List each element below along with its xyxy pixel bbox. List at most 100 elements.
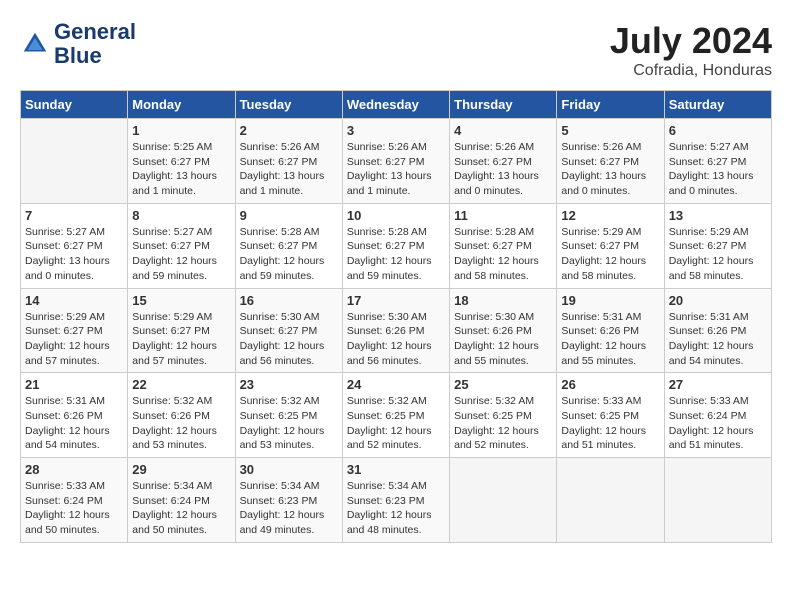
day-info: Sunrise: 5:32 AM Sunset: 6:25 PM Dayligh… — [240, 394, 338, 453]
logo-icon — [20, 29, 50, 59]
day-info: Sunrise: 5:32 AM Sunset: 6:26 PM Dayligh… — [132, 394, 230, 453]
calendar-cell: 16 Sunrise: 5:30 AM Sunset: 6:27 PM Dayli… — [235, 288, 342, 373]
calendar-cell: 22 Sunrise: 5:32 AM Sunset: 6:26 PM Dayli… — [128, 373, 235, 458]
day-number: 24 — [347, 377, 445, 392]
day-number: 26 — [561, 377, 659, 392]
day-number: 16 — [240, 293, 338, 308]
day-number: 3 — [347, 123, 445, 138]
day-info: Sunrise: 5:33 AM Sunset: 6:25 PM Dayligh… — [561, 394, 659, 453]
calendar-cell: 17Sunrise: 5:30 AM Sunset: 6:26 PM Dayli… — [342, 288, 449, 373]
calendar-week-row: 14 Sunrise: 5:29 AM Sunset: 6:27 PM Dayli… — [21, 288, 772, 373]
weekday-header-cell: Friday — [557, 91, 664, 119]
day-info: Sunrise: 5:28 AM Sunset: 6:27 PM Dayligh… — [347, 225, 445, 284]
day-info: Sunrise: 5:28 AM Sunset: 6:27 PM Dayligh… — [454, 225, 552, 284]
day-number: 27 — [669, 377, 767, 392]
day-info: Sunrise: 5:29 AM Sunset: 6:27 PM Dayligh… — [561, 225, 659, 284]
calendar-cell: 31 Sunrise: 5:34 AM Sunset: 6:23 PM Dayli… — [342, 458, 449, 543]
calendar-cell: 6 Sunrise: 5:27 AM Sunset: 6:27 PM Daylig… — [664, 119, 771, 204]
day-info: Sunrise: 5:29 AM Sunset: 6:27 PM Dayligh… — [669, 225, 767, 284]
day-number: 10 — [347, 208, 445, 223]
calendar-cell: 23 Sunrise: 5:32 AM Sunset: 6:25 PM Dayli… — [235, 373, 342, 458]
day-info: Sunrise: 5:26 AM Sunset: 6:27 PM Dayligh… — [240, 140, 338, 199]
calendar-cell: 29 Sunrise: 5:34 AM Sunset: 6:24 PM Dayli… — [128, 458, 235, 543]
day-info: Sunrise: 5:26 AM Sunset: 6:27 PM Dayligh… — [347, 140, 445, 199]
day-number: 7 — [25, 208, 123, 223]
calendar-cell: 11 Sunrise: 5:28 AM Sunset: 6:27 PM Dayli… — [450, 203, 557, 288]
day-info: Sunrise: 5:34 AM Sunset: 6:23 PM Dayligh… — [347, 479, 445, 538]
calendar-cell — [450, 458, 557, 543]
calendar-cell: 19 Sunrise: 5:31 AM Sunset: 6:26 PM Dayli… — [557, 288, 664, 373]
day-number: 1 — [132, 123, 230, 138]
calendar-cell: 4 Sunrise: 5:26 AM Sunset: 6:27 PM Daylig… — [450, 119, 557, 204]
day-number: 11 — [454, 208, 552, 223]
weekday-header-cell: Saturday — [664, 91, 771, 119]
day-info: Sunrise: 5:31 AM Sunset: 6:26 PM Dayligh… — [669, 310, 767, 369]
calendar-cell: 24Sunrise: 5:32 AM Sunset: 6:25 PM Dayli… — [342, 373, 449, 458]
day-number: 29 — [132, 462, 230, 477]
day-info: Sunrise: 5:33 AM Sunset: 6:24 PM Dayligh… — [25, 479, 123, 538]
calendar-cell — [21, 119, 128, 204]
day-number: 9 — [240, 208, 338, 223]
day-number: 31 — [347, 462, 445, 477]
day-number: 6 — [669, 123, 767, 138]
calendar-cell: 9 Sunrise: 5:28 AM Sunset: 6:27 PM Daylig… — [235, 203, 342, 288]
day-number: 13 — [669, 208, 767, 223]
calendar-cell — [664, 458, 771, 543]
calendar-body: 1 Sunrise: 5:25 AM Sunset: 6:27 PM Daylig… — [21, 119, 772, 543]
calendar-cell: 18 Sunrise: 5:30 AM Sunset: 6:26 PM Dayli… — [450, 288, 557, 373]
calendar-cell: 21Sunrise: 5:31 AM Sunset: 6:26 PM Dayli… — [21, 373, 128, 458]
calendar-week-row: 7 Sunrise: 5:27 AM Sunset: 6:27 PM Daylig… — [21, 203, 772, 288]
day-info: Sunrise: 5:26 AM Sunset: 6:27 PM Dayligh… — [454, 140, 552, 199]
logo-text: General Blue — [54, 20, 136, 68]
day-info: Sunrise: 5:31 AM Sunset: 6:26 PM Dayligh… — [561, 310, 659, 369]
calendar-cell: 5Sunrise: 5:26 AM Sunset: 6:27 PM Daylig… — [557, 119, 664, 204]
calendar-cell: 10 Sunrise: 5:28 AM Sunset: 6:27 PM Dayli… — [342, 203, 449, 288]
day-number: 8 — [132, 208, 230, 223]
day-info: Sunrise: 5:25 AM Sunset: 6:27 PM Dayligh… — [132, 140, 230, 199]
weekday-header-row: SundayMondayTuesdayWednesdayThursdayFrid… — [21, 91, 772, 119]
weekday-header-cell: Sunday — [21, 91, 128, 119]
day-info: Sunrise: 5:28 AM Sunset: 6:27 PM Dayligh… — [240, 225, 338, 284]
day-info: Sunrise: 5:34 AM Sunset: 6:23 PM Dayligh… — [240, 479, 338, 538]
calendar-week-row: 28Sunrise: 5:33 AM Sunset: 6:24 PM Dayli… — [21, 458, 772, 543]
day-number: 22 — [132, 377, 230, 392]
day-number: 23 — [240, 377, 338, 392]
day-number: 14 — [25, 293, 123, 308]
weekday-header-cell: Tuesday — [235, 91, 342, 119]
calendar-cell: 20 Sunrise: 5:31 AM Sunset: 6:26 PM Dayli… — [664, 288, 771, 373]
day-number: 15 — [132, 293, 230, 308]
title-block: July 2024 Cofradia, Honduras — [610, 20, 772, 80]
logo: General Blue — [20, 20, 136, 68]
calendar-cell: 8 Sunrise: 5:27 AM Sunset: 6:27 PM Daylig… — [128, 203, 235, 288]
day-number: 30 — [240, 462, 338, 477]
calendar-cell: 7Sunrise: 5:27 AM Sunset: 6:27 PM Daylig… — [21, 203, 128, 288]
calendar-cell: 13 Sunrise: 5:29 AM Sunset: 6:27 PM Dayli… — [664, 203, 771, 288]
day-info: Sunrise: 5:31 AM Sunset: 6:26 PM Dayligh… — [25, 394, 123, 453]
day-info: Sunrise: 5:29 AM Sunset: 6:27 PM Dayligh… — [25, 310, 123, 369]
calendar-cell: 30 Sunrise: 5:34 AM Sunset: 6:23 PM Dayli… — [235, 458, 342, 543]
day-info: Sunrise: 5:34 AM Sunset: 6:24 PM Dayligh… — [132, 479, 230, 538]
day-info: Sunrise: 5:30 AM Sunset: 6:26 PM Dayligh… — [454, 310, 552, 369]
calendar-table: SundayMondayTuesdayWednesdayThursdayFrid… — [20, 90, 772, 543]
calendar-cell: 26 Sunrise: 5:33 AM Sunset: 6:25 PM Dayli… — [557, 373, 664, 458]
day-number: 25 — [454, 377, 552, 392]
calendar-cell — [557, 458, 664, 543]
calendar-cell: 15Sunrise: 5:29 AM Sunset: 6:27 PM Dayli… — [128, 288, 235, 373]
calendar-cell: 12 Sunrise: 5:29 AM Sunset: 6:27 PM Dayli… — [557, 203, 664, 288]
calendar-week-row: 21Sunrise: 5:31 AM Sunset: 6:26 PM Dayli… — [21, 373, 772, 458]
calendar-cell: 28Sunrise: 5:33 AM Sunset: 6:24 PM Dayli… — [21, 458, 128, 543]
month-title: July 2024 — [610, 20, 772, 62]
calendar-cell: 2Sunrise: 5:26 AM Sunset: 6:27 PM Daylig… — [235, 119, 342, 204]
day-info: Sunrise: 5:27 AM Sunset: 6:27 PM Dayligh… — [669, 140, 767, 199]
day-info: Sunrise: 5:30 AM Sunset: 6:27 PM Dayligh… — [240, 310, 338, 369]
day-number: 18 — [454, 293, 552, 308]
day-info: Sunrise: 5:26 AM Sunset: 6:27 PM Dayligh… — [561, 140, 659, 199]
day-info: Sunrise: 5:33 AM Sunset: 6:24 PM Dayligh… — [669, 394, 767, 453]
day-number: 12 — [561, 208, 659, 223]
weekday-header-cell: Monday — [128, 91, 235, 119]
day-info: Sunrise: 5:27 AM Sunset: 6:27 PM Dayligh… — [132, 225, 230, 284]
day-number: 17 — [347, 293, 445, 308]
day-number: 20 — [669, 293, 767, 308]
day-number: 4 — [454, 123, 552, 138]
day-number: 19 — [561, 293, 659, 308]
